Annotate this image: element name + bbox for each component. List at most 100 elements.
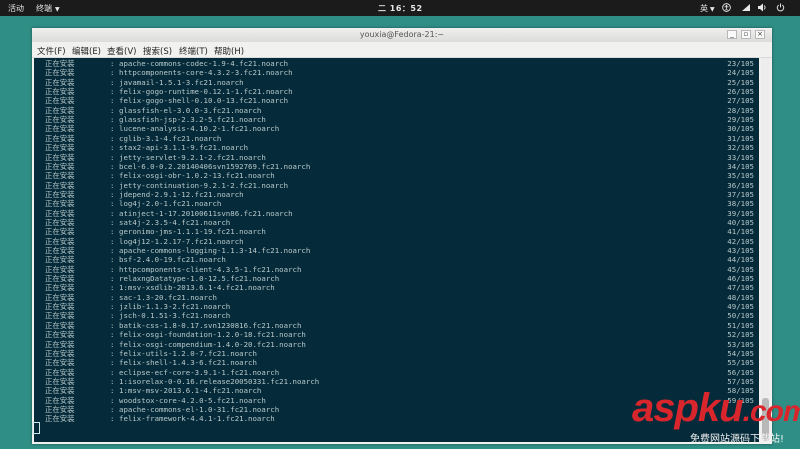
- line-status: 正在安装: [45, 414, 75, 424]
- line-status: 正在安装: [45, 68, 75, 78]
- line-package: javamail-1.5.1-3.fc21.noarch: [119, 77, 244, 87]
- line-separator: :: [110, 143, 115, 153]
- terminal-line: 正在安装: httpcomponents-client-4.3.5-1.fc21.…: [34, 265, 759, 274]
- scrollbar[interactable]: [761, 58, 770, 442]
- line-package: stax2-api-3.1.1-9.fc21.noarch: [119, 143, 249, 153]
- terminal-window: youxia@Fedora-21:~ _ ▫ × 文件(F) 编辑(E) 查看(…: [32, 28, 772, 444]
- line-package: log4j12-1.2.17-7.fc21.noarch: [119, 236, 244, 246]
- line-package: felix-osgi-compendium-1.4.0-20.fc21.noar…: [119, 339, 306, 349]
- terminal-line: 正在安装: log4j-2.0-1.fc21.noarch 38/105: [34, 199, 759, 208]
- line-progress: 52/105: [727, 330, 754, 340]
- line-status: 正在安装: [45, 217, 75, 227]
- line-separator: :: [110, 395, 115, 405]
- menu-help[interactable]: 帮助(H): [214, 45, 244, 57]
- volume-icon[interactable]: [757, 3, 767, 12]
- line-separator: :: [110, 255, 115, 265]
- minimize-button[interactable]: _: [727, 30, 737, 39]
- terminal-line: 正在安装: relaxngDatatype-1.0-12.5.fc21.noarc…: [34, 274, 759, 283]
- line-package: relaxngDatatype-1.0-12.5.fc21.noarch: [119, 274, 280, 284]
- line-status: 正在安装: [45, 189, 75, 199]
- line-status: 正在安装: [45, 302, 75, 312]
- maximize-button[interactable]: ▫: [741, 30, 751, 39]
- close-button[interactable]: ×: [755, 30, 765, 39]
- line-package: jetty-continuation-9.2.1-2.fc21.noarch: [119, 180, 289, 190]
- terminal-output[interactable]: 正在安装: apache-commons-codec-1.9-4.fc21.noa…: [34, 58, 759, 442]
- line-package: geronimo-jms-1.1.1-19.fc21.noarch: [119, 227, 266, 237]
- menu-edit[interactable]: 编辑(E): [72, 45, 101, 57]
- line-package: cglib-3.1-4.fc21.noarch: [119, 133, 222, 143]
- line-progress: 30/105: [727, 124, 754, 134]
- line-status: 正在安装: [45, 208, 75, 218]
- line-progress: 39/105: [727, 208, 754, 218]
- menu-file[interactable]: 文件(F): [37, 45, 66, 57]
- line-status: 正在安装: [45, 283, 75, 293]
- power-icon[interactable]: [776, 3, 785, 12]
- line-package: bcel-6.0-0.2.20140406svn1592769.fc21.noa…: [119, 161, 311, 171]
- network-icon[interactable]: [741, 3, 751, 12]
- line-progress: 35/105: [727, 171, 754, 181]
- input-method-button[interactable]: 英 ▼: [700, 3, 715, 14]
- terminal-line: 正在安装: sat4j-2.3.5-4.fc21.noarch 40/105: [34, 218, 759, 227]
- line-separator: :: [110, 68, 115, 78]
- input-method-label: 英: [700, 4, 708, 13]
- line-package: 1:msv-xsdlib-2013.6.1-4.fc21.noarch: [119, 283, 275, 293]
- line-separator: :: [110, 217, 115, 227]
- window-titlebar[interactable]: youxia@Fedora-21:~ _ ▫ ×: [32, 28, 772, 42]
- line-status: 正在安装: [45, 152, 75, 162]
- line-status: 正在安装: [45, 255, 75, 265]
- menu-search[interactable]: 搜索(S): [143, 45, 172, 57]
- line-status: 正在安装: [45, 115, 75, 125]
- line-separator: :: [110, 320, 115, 330]
- line-status: 正在安装: [45, 199, 75, 209]
- menu-view[interactable]: 查看(V): [107, 45, 136, 57]
- line-status: 正在安装: [45, 87, 75, 97]
- line-status: 正在安装: [45, 227, 75, 237]
- accessibility-icon[interactable]: [722, 3, 731, 12]
- menu-terminal[interactable]: 终端(T): [179, 45, 208, 57]
- line-separator: :: [110, 311, 115, 321]
- terminal-line: 正在安装: cglib-3.1-4.fc21.noarch 31/105: [34, 134, 759, 143]
- chevron-down-icon: ▼: [710, 6, 715, 13]
- terminal-line: 正在安装: felix-gogo-runtime-0.12.1-1.fc21.no…: [34, 87, 759, 96]
- line-status: 正在安装: [45, 376, 75, 386]
- line-progress: 38/105: [727, 199, 754, 209]
- watermark-logo: aspku.com: [632, 388, 800, 432]
- line-package: 1:isorelax-0-0.16.release20050331.fc21.n…: [119, 376, 320, 386]
- line-package: eclipse-ecf-core-3.9.1-1.fc21.noarch: [119, 367, 280, 377]
- line-package: woodstox-core-4.2.0-5.fc21.noarch: [119, 395, 266, 405]
- menu-bar: 文件(F) 编辑(E) 查看(V) 搜索(S) 终端(T) 帮助(H): [32, 42, 772, 58]
- line-progress: 31/105: [727, 133, 754, 143]
- terminal-line: 正在安装: stax2-api-3.1.1-9.fc21.noarch 32/105: [34, 143, 759, 152]
- clock[interactable]: 二 16：52: [378, 3, 423, 14]
- line-status: 正在安装: [45, 367, 75, 377]
- terminal-line: 正在安装: atinject-1-17.20100611svn86.fc21.no…: [34, 209, 759, 218]
- line-progress: 46/105: [727, 274, 754, 284]
- terminal-line: 正在安装: glassfish-el-3.0.0-3.fc21.noarch 28/…: [34, 106, 759, 115]
- terminal-line: 正在安装: bcel-6.0-0.2.20140406svn1592769.fc2…: [34, 162, 759, 171]
- window-title: youxia@Fedora-21:~: [359, 30, 445, 39]
- line-separator: :: [110, 367, 115, 377]
- chevron-down-icon: ▼: [55, 6, 60, 13]
- terminal-line: 正在安装: felix-osgi-obr-1.0.2-13.fc21.noarch…: [34, 171, 759, 180]
- line-package: bsf-2.4.0-19.fc21.noarch: [119, 255, 226, 265]
- app-menu-button[interactable]: 终端 ▼: [36, 3, 60, 14]
- terminal-line: 正在安装: jdepend-2.9.1-12.fc21.noarch 37/105: [34, 190, 759, 199]
- line-separator: :: [110, 199, 115, 209]
- line-status: 正在安装: [45, 320, 75, 330]
- terminal-line: 正在安装: bsf-2.4.0-19.fc21.noarch 44/105: [34, 255, 759, 264]
- line-separator: :: [110, 404, 115, 414]
- line-separator: :: [110, 386, 115, 396]
- line-package: lucene-analysis-4.10.2-1.fc21.noarch: [119, 124, 280, 134]
- terminal-line: 正在安装: eclipse-ecf-core-3.9.1-1.fc21.noarc…: [34, 368, 759, 377]
- line-progress: 45/105: [727, 264, 754, 274]
- activities-button[interactable]: 活动: [8, 3, 24, 14]
- terminal-line: 正在安装: sac-1.3-20.fc21.noarch 48/105: [34, 293, 759, 302]
- line-package: httpcomponents-client-4.3.5-1.fc21.noarc…: [119, 264, 302, 274]
- line-package: httpcomponents-core-4.3.2-3.fc21.noarch: [119, 68, 293, 78]
- terminal-line: 正在安装: felix-osgi-compendium-1.4.0-20.fc21…: [34, 340, 759, 349]
- line-progress: 27/105: [727, 96, 754, 106]
- line-status: 正在安装: [45, 59, 75, 68]
- line-package: felix-utils-1.2.0-7.fc21.noarch: [119, 348, 257, 358]
- line-progress: 25/105: [727, 77, 754, 87]
- terminal-line: 正在安装: glassfish-jsp-2.3.2-5.fc21.noarch 29…: [34, 115, 759, 124]
